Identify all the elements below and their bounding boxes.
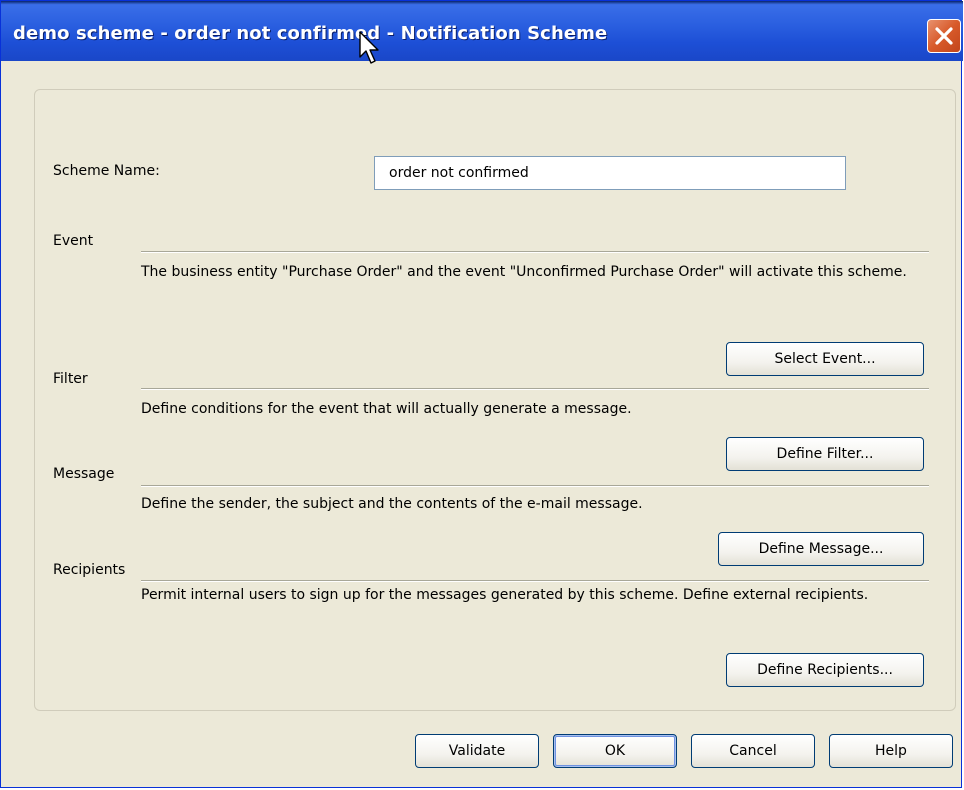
message-description: Define the sender, the subject and the c…: [141, 496, 643, 512]
define-recipients-button[interactable]: Define Recipients...: [726, 653, 924, 687]
select-event-button[interactable]: Select Event...: [726, 342, 924, 376]
scheme-name-label: Scheme Name:: [53, 163, 160, 179]
close-icon: [935, 27, 953, 45]
scheme-name-input[interactable]: order not confirmed: [374, 156, 846, 190]
event-divider: [141, 251, 929, 253]
mouse-cursor-icon: [359, 31, 379, 64]
notification-scheme-dialog: demo scheme - order not confirmed - Noti…: [0, 0, 963, 788]
filter-divider: [141, 388, 929, 390]
close-button[interactable]: [927, 19, 961, 53]
recipients-description: Permit internal users to sign up for the…: [141, 587, 869, 603]
validate-button[interactable]: Validate: [415, 734, 539, 768]
event-description: The business entity "Purchase Order" and…: [141, 264, 907, 280]
help-button[interactable]: Help: [829, 734, 953, 768]
message-divider: [141, 485, 929, 487]
ok-button[interactable]: OK: [553, 734, 677, 768]
title-bar[interactable]: demo scheme - order not confirmed - Noti…: [1, 1, 963, 61]
recipients-divider: [141, 580, 929, 582]
filter-section-label: Filter: [53, 371, 88, 387]
event-section-label: Event: [53, 233, 94, 249]
recipients-section-label: Recipients: [53, 562, 126, 578]
filter-description: Define conditions for the event that wil…: [141, 401, 632, 417]
window-title: demo scheme - order not confirmed - Noti…: [13, 23, 608, 44]
message-section-label: Message: [53, 466, 115, 482]
cancel-button[interactable]: Cancel: [691, 734, 815, 768]
define-filter-button[interactable]: Define Filter...: [726, 437, 924, 471]
define-message-button[interactable]: Define Message...: [718, 532, 924, 566]
